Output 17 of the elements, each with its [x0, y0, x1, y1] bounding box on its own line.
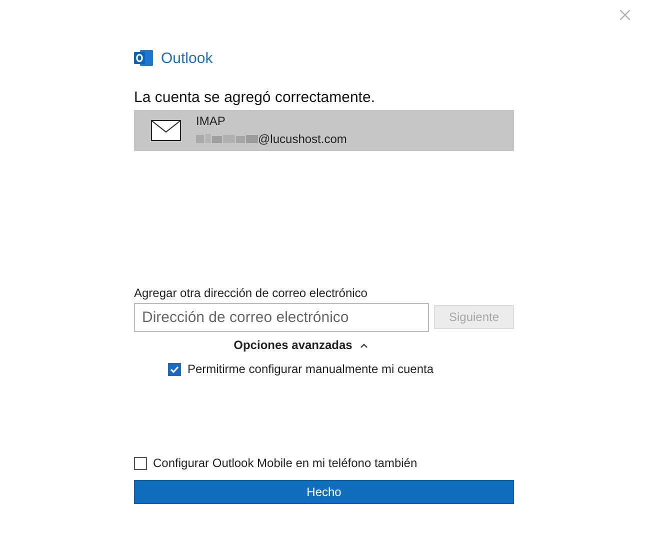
caret-icon[interactable] [360, 342, 368, 348]
envelope-icon [151, 120, 181, 141]
manual-setup-label: Permitirme configurar manualmente mi cuenta [187, 362, 434, 376]
account-email: @lucushost.com [258, 132, 347, 146]
outlook-logo-icon [134, 49, 154, 67]
app-name: Outlook [161, 50, 213, 66]
add-email-label: Agregar otra dirección de correo electrónico [134, 286, 368, 302]
email-field[interactable]: Dirección de correo electrónico [134, 303, 429, 332]
mobile-setup-label: Configurar Outlook Mobile en mi teléfono también [153, 456, 418, 470]
account-type: IMAP [196, 114, 226, 128]
manual-setup-checkbox[interactable] [168, 362, 182, 376]
advanced-options-toggle[interactable]: Opciones avanzadas [234, 338, 352, 352]
mobile-setup-checkbox[interactable] [134, 456, 147, 470]
done-button[interactable]: Hecho [134, 480, 514, 504]
account-row[interactable]: IMAP @lucushost.com [134, 110, 514, 151]
heading: La cuenta se agregó correctamente. [134, 89, 376, 108]
redaction-mark [196, 134, 258, 144]
